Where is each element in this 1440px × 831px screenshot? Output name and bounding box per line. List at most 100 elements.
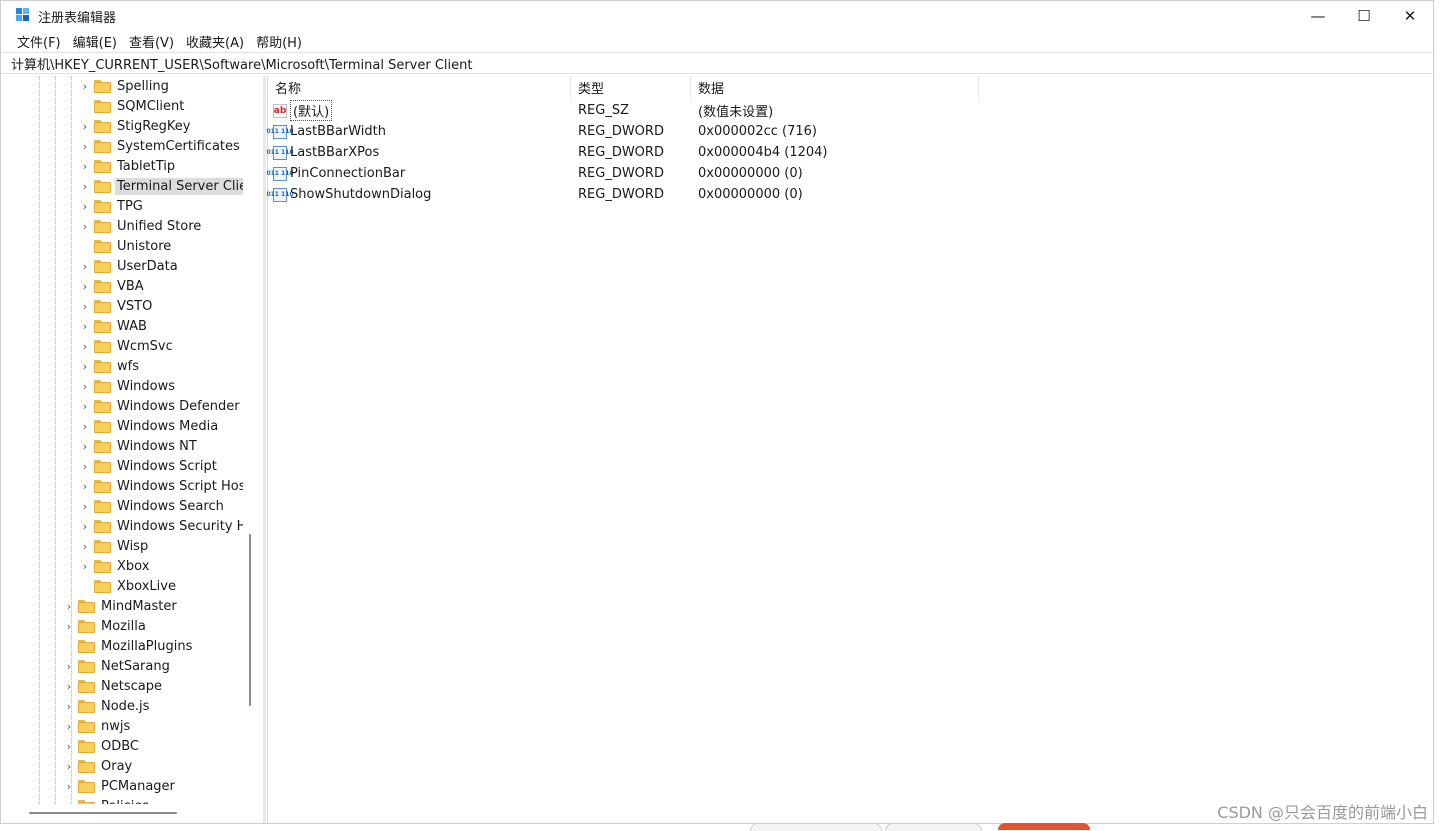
chevron-right-icon[interactable]: › [79,440,91,453]
tree-item[interactable]: › Node.js [63,696,151,716]
chevron-right-icon[interactable]: › [79,120,91,133]
key-tree-pane[interactable]: › Spelling SQMClient › StigRegKey › SystemCert… [11,76,243,804]
tree-item[interactable]: › Windows [79,376,177,396]
tree-item[interactable]: › Windows Search [79,496,226,516]
tree-item[interactable]: › VBA [79,276,146,296]
tree-item[interactable]: › nwjs [63,716,132,736]
tree-item[interactable]: › TabletTip [79,156,177,176]
column-type[interactable]: 类型 [571,76,691,98]
chevron-right-icon[interactable]: › [63,680,75,693]
folder-icon [78,759,95,773]
values-pane[interactable]: 名称 类型 数据 ab (默认) REG_SZ (数值未设置) 011 110 LastB… [266,76,1433,823]
tree-item[interactable]: › Policies [63,796,151,804]
tree-item[interactable]: › wfs [79,356,141,376]
chevron-right-icon[interactable]: › [79,380,91,393]
tree-item[interactable]: › WAB [79,316,149,336]
tree-item[interactable]: › MindMaster [63,596,179,616]
menu-favorites[interactable]: 收藏夹(A) [180,32,250,51]
tree-item[interactable]: › Oray [63,756,134,776]
chevron-right-icon[interactable]: › [79,280,91,293]
menu-view[interactable]: 查看(V) [123,32,180,51]
chevron-right-icon[interactable]: › [79,160,91,173]
chevron-right-icon[interactable]: › [79,560,91,573]
chevron-right-icon[interactable]: › [63,720,75,733]
tree-item[interactable]: › Unified Store [79,216,203,236]
tree-item[interactable]: › PCManager [63,776,177,796]
tree-item[interactable]: › Xbox [79,556,151,576]
address-path[interactable]: 计算机\HKEY_CURRENT_USER\Software\Microsoft… [11,54,472,73]
tree-item[interactable]: › Windows Script Host [79,476,243,496]
tree-item[interactable]: › Windows Media [79,416,220,436]
tree-item[interactable]: › UserData [79,256,180,276]
tree-vertical-scrollbar[interactable] [249,534,251,706]
chevron-right-icon[interactable]: › [79,320,91,333]
tree-item[interactable]: › Windows Defender Se [79,396,243,416]
address-bar[interactable]: 计算机\HKEY_CURRENT_USER\Software\Microsoft… [1,52,1433,74]
tree-item[interactable]: › TPG [79,196,145,216]
chevron-right-icon[interactable]: › [79,340,91,353]
chevron-right-icon[interactable]: › [79,220,91,233]
tree-item[interactable]: › ODBC [63,736,141,756]
maximize-button[interactable]: ☐ [1341,1,1387,31]
chevron-right-icon[interactable]: › [79,420,91,433]
string-value-icon: ab [273,103,287,118]
tree-item[interactable]: MozillaPlugins [63,636,194,656]
chevron-right-icon[interactable]: › [63,760,75,773]
close-button[interactable]: ✕ [1387,1,1433,31]
chevron-right-icon[interactable]: › [79,400,91,413]
tree-item[interactable]: › WcmSvc [79,336,175,356]
title-bar[interactable]: 注册表编辑器 — ☐ ✕ [1,1,1433,31]
value-row[interactable]: ab (默认) REG_SZ (数值未设置) [268,100,979,121]
tree-item[interactable]: Unistore [79,236,173,256]
watermark: CSDN @只会百度的前端小白 [1217,803,1428,822]
tree-item[interactable]: › VSTO [79,296,154,316]
chevron-right-icon[interactable]: › [79,200,91,213]
value-row[interactable]: 011 110 LastBBarXPos REG_DWORD 0x000004b4 (… [266,142,979,163]
tree-item[interactable]: › Windows NT [79,436,199,456]
chevron-right-icon[interactable]: › [63,660,75,673]
tree-item[interactable]: › Wisp [79,536,150,556]
chevron-right-icon[interactable]: › [63,620,75,633]
folder-icon [94,519,111,533]
tree-item[interactable]: › Netscape [63,676,164,696]
chevron-right-icon[interactable]: › [79,500,91,513]
menu-file[interactable]: 文件(F) [11,32,67,51]
tree-item[interactable]: › StigRegKey [79,116,192,136]
chevron-right-icon[interactable]: › [63,740,75,753]
tree-item[interactable]: › Mozilla [63,616,148,636]
minimize-button[interactable]: — [1295,1,1341,31]
tree-item[interactable]: XboxLive [79,576,178,596]
chevron-right-icon[interactable]: › [63,700,75,713]
value-row[interactable]: 011 110 PinConnectionBar REG_DWORD 0x000000… [266,163,979,184]
chevron-right-icon[interactable]: › [79,540,91,553]
chevron-right-icon[interactable]: › [63,600,75,613]
tree-horizontal-scrollbar[interactable] [29,812,177,814]
column-name[interactable]: 名称 [268,76,571,98]
tree-item[interactable]: › Windows Script [79,456,219,476]
chevron-right-icon[interactable]: › [79,360,91,373]
folder-icon [78,739,95,753]
tree-item[interactable]: › Terminal Server Client [79,176,243,196]
value-row[interactable]: 011 110 LastBBarWidth REG_DWORD 0x000002cc … [266,121,979,142]
tree-item[interactable]: › Spelling [79,76,171,96]
chevron-right-icon[interactable]: › [79,460,91,473]
chevron-right-icon[interactable]: › [63,780,75,793]
chevron-right-icon[interactable]: › [79,180,91,193]
chevron-right-icon[interactable]: › [79,260,91,273]
chevron-right-icon[interactable]: › [79,480,91,493]
column-data[interactable]: 数据 [691,76,979,98]
pane-splitter[interactable] [263,76,266,823]
menu-help[interactable]: 帮助(H) [250,32,308,51]
tree-item[interactable]: › NetSarang [63,656,172,676]
chevron-right-icon[interactable]: › [79,520,91,533]
menu-edit[interactable]: 编辑(E) [67,32,123,51]
folder-icon [94,579,111,593]
chevron-right-icon[interactable]: › [63,800,75,805]
value-row[interactable]: 011 110 ShowShutdownDialog REG_DWORD 0x0000… [266,184,979,205]
tree-item[interactable]: SQMClient [79,96,186,116]
tree-item[interactable]: › SystemCertificates [79,136,242,156]
tree-item[interactable]: › Windows Security Hea [79,516,243,536]
chevron-right-icon[interactable]: › [79,80,91,93]
chevron-right-icon[interactable]: › [79,140,91,153]
chevron-right-icon[interactable]: › [79,300,91,313]
